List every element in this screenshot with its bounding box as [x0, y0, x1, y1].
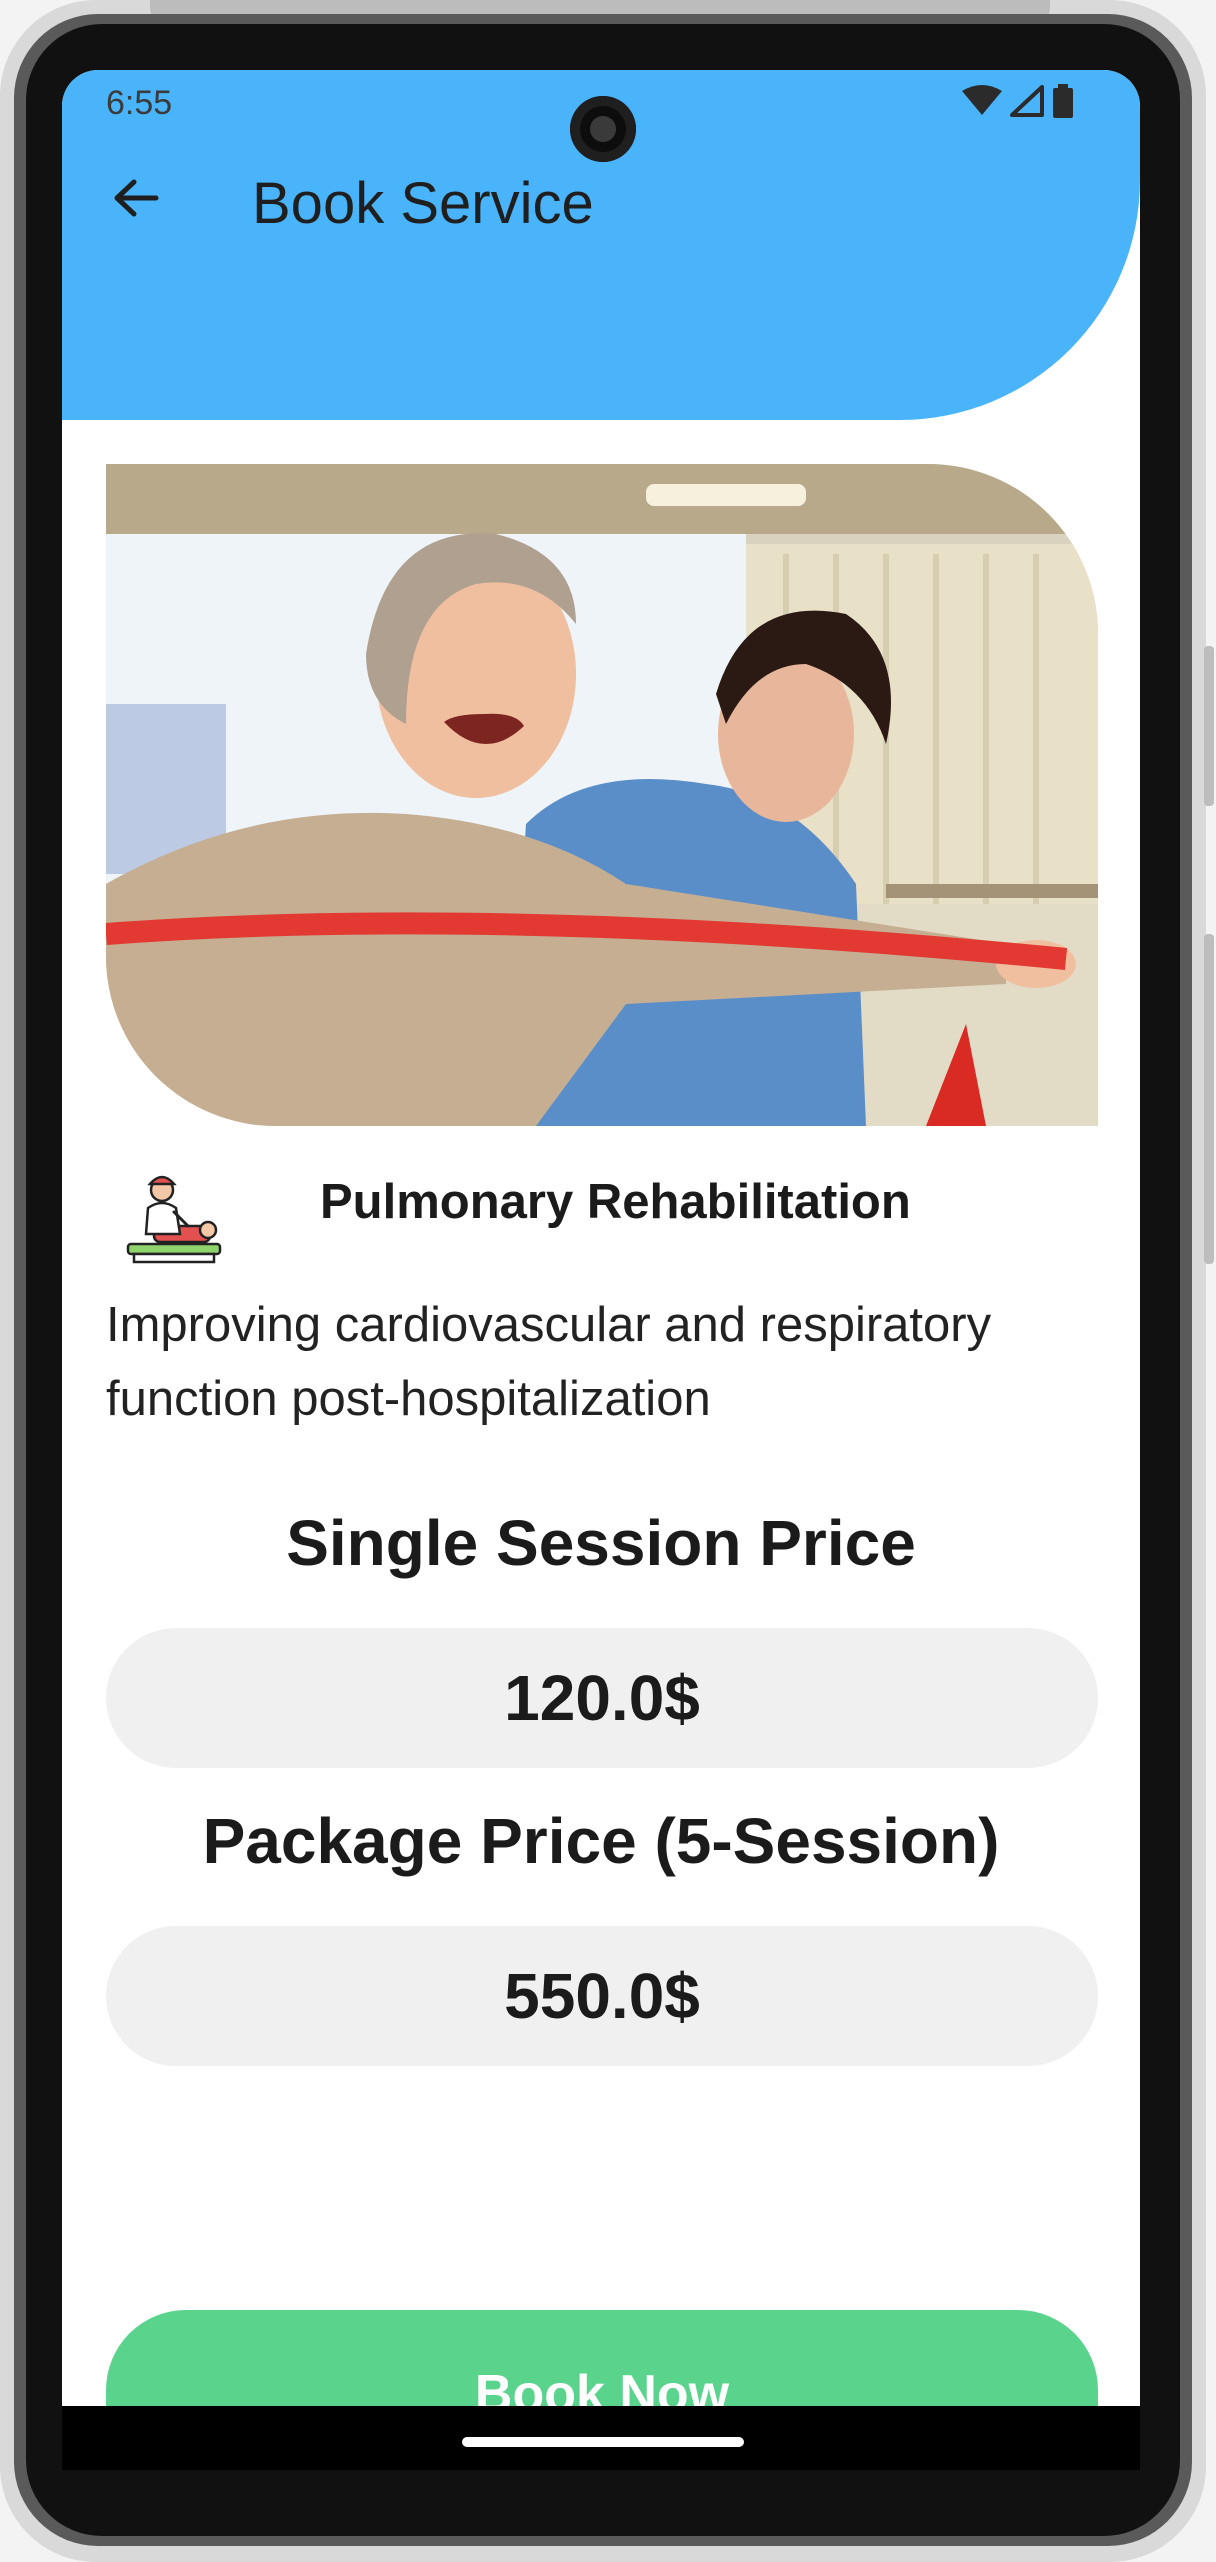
front-camera	[570, 96, 636, 162]
battery-icon	[1052, 84, 1074, 123]
signal-icon	[1010, 85, 1044, 122]
status-time: 6:55	[106, 84, 173, 122]
arrow-left-icon	[112, 178, 160, 223]
home-indicator[interactable]	[462, 2437, 744, 2447]
service-description: Improving cardiovascular and respiratory…	[106, 1298, 992, 1426]
page-title: Book Service	[252, 171, 594, 236]
app-screen: 6:55 Book Service Pulmonary Rehabilitati…	[62, 70, 1140, 2470]
single-session-title: Single Session Price	[286, 1507, 916, 1579]
wifi-icon	[962, 85, 1002, 122]
single-session-price: 120.0$	[106, 1628, 1098, 1768]
package-price: 550.0$	[106, 1926, 1098, 2066]
service-image	[106, 464, 1098, 1126]
device-canvas: 6:55 Book Service Pulmonary Rehabilitati…	[0, 0, 1216, 2562]
package-title: Package Price (5-Session)	[202, 1805, 1000, 1877]
service-name: Pulmonary Rehabilitation	[320, 1175, 911, 1229]
physiotherapy-icon	[124, 1168, 224, 1268]
service-header: Pulmonary Rehabilitation	[106, 1158, 1098, 1268]
volume-button	[1204, 646, 1214, 806]
status-icons	[962, 84, 1074, 123]
power-button	[1204, 934, 1214, 1264]
back-button[interactable]	[106, 170, 166, 230]
